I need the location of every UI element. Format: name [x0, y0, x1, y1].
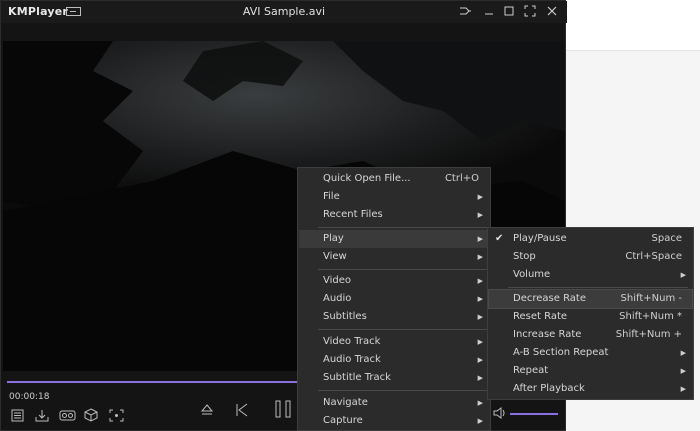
download-icon[interactable]: [35, 409, 49, 422]
menu-item-ab-repeat[interactable]: A-B Section Repeat ▶: [489, 344, 692, 362]
menu-item-label: Audio: [323, 293, 352, 304]
submenu-arrow-icon: ▶: [477, 277, 483, 285]
submenu-arrow-icon: ▶: [477, 356, 483, 364]
menu-separator: [318, 227, 488, 228]
menu-item-stop[interactable]: Stop Ctrl+Space: [489, 248, 692, 266]
menu-item-file[interactable]: File ▶: [299, 188, 489, 206]
menu-item-reset-rate[interactable]: Reset Rate Shift+Num *: [489, 308, 692, 326]
menu-item-label: Video: [323, 275, 352, 286]
volume-slider[interactable]: [510, 413, 558, 415]
menu-separator: [318, 329, 488, 330]
submenu-arrow-icon: ▶: [477, 374, 483, 382]
menu-item-repeat[interactable]: Repeat ▶: [489, 362, 692, 380]
menu-item-subtitles[interactable]: Subtitles ▶: [299, 308, 489, 326]
menu-item-label: View: [323, 251, 347, 262]
menu-item-label: After Playback: [513, 383, 585, 394]
menu-item-label: Volume: [513, 269, 551, 280]
menu-item-label: Audio Track: [323, 354, 381, 365]
volume-icon[interactable]: [492, 406, 508, 420]
menu-item-label: Increase Rate: [513, 329, 582, 340]
submenu-arrow-icon: ▶: [680, 349, 686, 357]
menu-item-shortcut: Shift+Num +: [615, 329, 682, 340]
menu-separator: [318, 269, 488, 270]
menu-item-audio-track[interactable]: Audio Track ▶: [299, 351, 489, 369]
vr-icon[interactable]: [59, 410, 76, 421]
menu-item-subtitle-track[interactable]: Subtitle Track ▶: [299, 369, 489, 387]
fullscreen-icon[interactable]: [523, 4, 537, 18]
play-submenu: ✔ Play/Pause Space Stop Ctrl+Space Volum…: [487, 227, 694, 400]
close-icon[interactable]: [545, 4, 559, 18]
menu-item-label: Navigate: [323, 397, 368, 408]
menu-item-label: Recent Files: [323, 209, 383, 220]
menu-item-play-pause[interactable]: ✔ Play/Pause Space: [489, 230, 692, 248]
seek-bar[interactable]: [7, 381, 297, 383]
menu-item-increase-rate[interactable]: Increase Rate Shift+Num +: [489, 326, 692, 344]
submenu-arrow-icon: ▶: [477, 211, 483, 219]
previous-icon[interactable]: [234, 402, 250, 418]
menu-item-label: Repeat: [513, 365, 549, 376]
menu-item-label: Capture: [323, 415, 363, 426]
menu-item-label: Subtitles: [323, 311, 367, 322]
menu-item-shortcut: Ctrl+O: [444, 173, 479, 184]
submenu-arrow-icon: ▶: [477, 295, 483, 303]
menu-separator: [508, 287, 688, 288]
menu-item-play[interactable]: Play ▶: [299, 230, 489, 248]
3d-icon[interactable]: [84, 408, 98, 422]
menu-item-decrease-rate[interactable]: Decrease Rate Shift+Num -: [488, 289, 693, 309]
pin-icon[interactable]: [458, 4, 472, 18]
menu-item-label: Quick Open File...: [323, 173, 411, 184]
context-menu: Quick Open File... Ctrl+O File ▶ Recent …: [297, 167, 491, 431]
playlist-icon[interactable]: [11, 409, 24, 422]
menu-item-navigate[interactable]: Navigate ▶: [299, 394, 489, 412]
checkmark-icon: ✔: [495, 233, 504, 244]
screen-capture-icon[interactable]: [109, 409, 124, 422]
pause-icon[interactable]: [273, 399, 293, 419]
menu-item-video[interactable]: Video ▶: [299, 272, 489, 290]
menu-item-shortcut: Shift+Num -: [620, 293, 682, 304]
menu-item-label: Decrease Rate: [513, 293, 586, 304]
menu-item-video-track[interactable]: Video Track ▶: [299, 333, 489, 351]
submenu-arrow-icon: ▶: [477, 193, 483, 201]
submenu-arrow-icon: ▶: [477, 235, 483, 243]
submenu-arrow-icon: ▶: [477, 338, 483, 346]
menu-item-capture[interactable]: Capture ▶: [299, 412, 489, 430]
background-divider: [566, 50, 700, 51]
menu-item-label: File: [323, 191, 340, 202]
submenu-arrow-icon: ▶: [477, 399, 483, 407]
menu-item-audio[interactable]: Audio ▶: [299, 290, 489, 308]
eject-icon[interactable]: [200, 403, 214, 417]
menu-item-shortcut: Space: [651, 233, 682, 244]
menu-item-label: Play: [323, 233, 344, 244]
submenu-arrow-icon: ▶: [477, 253, 483, 261]
menu-item-label: A-B Section Repeat: [513, 347, 609, 358]
submenu-arrow-icon: ▶: [680, 367, 686, 375]
menu-item-quick-open[interactable]: Quick Open File... Ctrl+O: [299, 170, 489, 188]
menu-item-view[interactable]: View ▶: [299, 248, 489, 266]
menu-item-shortcut: Ctrl+Space: [625, 251, 682, 262]
maximize-icon[interactable]: [502, 4, 516, 18]
submenu-arrow-icon: ▶: [680, 271, 686, 279]
submenu-arrow-icon: ▶: [680, 385, 686, 393]
menu-separator: [318, 390, 488, 391]
submenu-arrow-icon: ▶: [477, 313, 483, 321]
minimize-icon[interactable]: [482, 4, 496, 18]
current-time: 00:00:18: [9, 392, 50, 402]
menu-item-after-playback[interactable]: After Playback ▶: [489, 380, 692, 398]
menu-item-label: Reset Rate: [513, 311, 568, 322]
title-bar: KMPlayer AVI Sample.avi: [1, 1, 567, 23]
menu-item-label: Subtitle Track: [323, 372, 391, 383]
submenu-arrow-icon: ▶: [477, 417, 483, 425]
menu-item-volume[interactable]: Volume ▶: [489, 266, 692, 284]
menu-item-recent-files[interactable]: Recent Files ▶: [299, 206, 489, 224]
background-window: [566, 0, 700, 50]
menu-item-shortcut: Shift+Num *: [619, 311, 682, 322]
menu-item-label: Video Track: [323, 336, 381, 347]
menu-item-label: Play/Pause: [513, 233, 567, 244]
menu-item-label: Stop: [513, 251, 536, 262]
